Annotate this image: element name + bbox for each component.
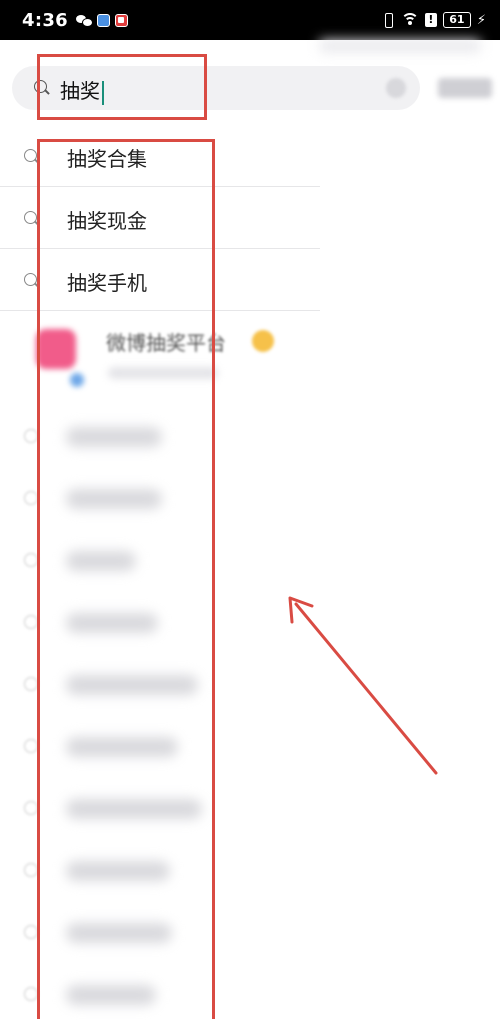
annotation-arrow-icon	[288, 596, 438, 775]
